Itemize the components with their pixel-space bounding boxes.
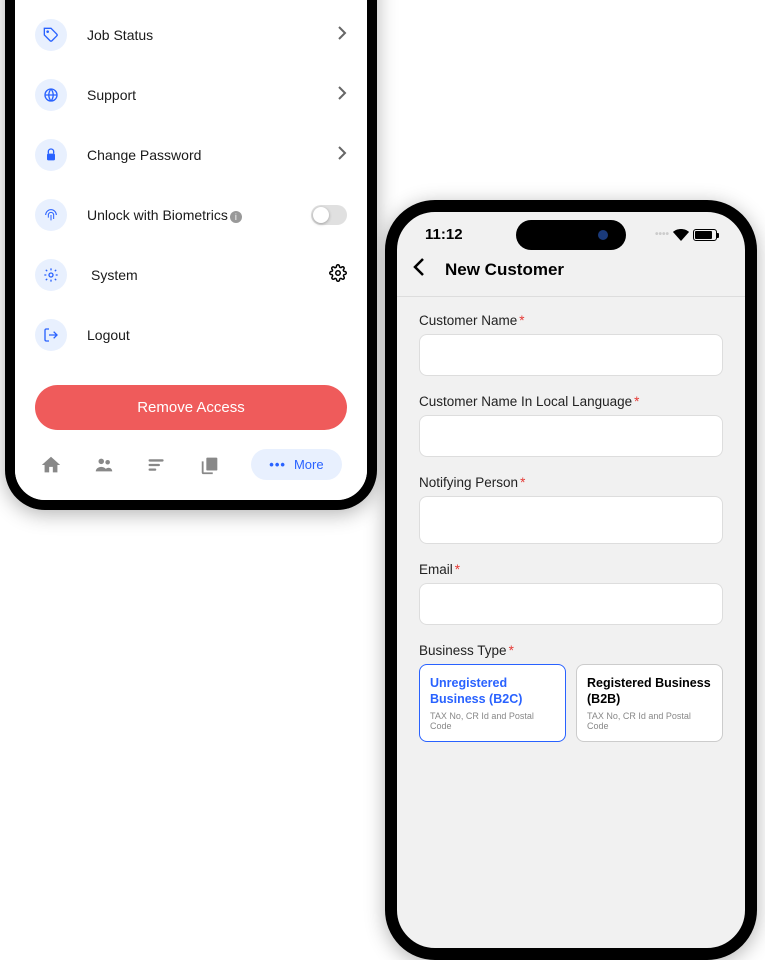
menu-label: Unlock with Biometricsi (87, 207, 311, 223)
business-type-b2b[interactable]: Registered Business (B2B) TAX No, CR Id … (576, 664, 723, 742)
email-label: Email* (419, 562, 723, 577)
bottom-nav: ••• More (15, 435, 367, 500)
signal-icon: •••• (655, 229, 669, 240)
remove-access-button[interactable]: Remove Access (35, 385, 347, 430)
chevron-right-icon (337, 146, 347, 165)
logout-icon (35, 319, 67, 351)
menu-label: Support (87, 87, 337, 103)
nav-copy[interactable] (199, 454, 221, 476)
menu-label: Job Status (87, 27, 337, 43)
settings-icon (35, 259, 67, 291)
status-time: 11:12 (425, 226, 463, 243)
menu-support[interactable]: Support (35, 65, 347, 125)
back-button[interactable] (413, 257, 425, 282)
menu-label: Logout (87, 327, 347, 343)
email-input[interactable] (419, 583, 723, 625)
fingerprint-icon (35, 199, 67, 231)
notifying-person-label: Notifying Person* (419, 475, 723, 490)
notch (516, 220, 626, 250)
customer-name-local-label: Customer Name In Local Language* (419, 394, 723, 409)
globe-icon (35, 79, 67, 111)
business-type-b2c[interactable]: Unregistered Business (B2C) TAX No, CR I… (419, 664, 566, 742)
info-icon[interactable]: i (230, 211, 242, 223)
gear-icon (329, 264, 347, 287)
page-title: New Customer (445, 260, 564, 280)
lock-icon (35, 139, 67, 171)
menu-label: Change Password (87, 147, 337, 163)
menu-change-password[interactable]: Change Password (35, 125, 347, 185)
header: New Customer (397, 247, 745, 297)
battery-icon (693, 229, 717, 241)
new-customer-screen: 11:12 •••• New Customer Customer Name* C… (385, 200, 757, 960)
biometrics-toggle[interactable] (311, 205, 347, 225)
customer-name-input[interactable] (419, 334, 723, 376)
nav-list[interactable] (146, 454, 168, 476)
tag-icon (35, 19, 67, 51)
nav-more[interactable]: ••• More (251, 449, 341, 480)
wifi-icon (673, 229, 689, 241)
customer-form: Customer Name* Customer Name In Local La… (397, 297, 745, 776)
settings-screen: Job Status Support Change Password (5, 0, 377, 510)
menu-biometrics: Unlock with Biometricsi (35, 185, 347, 245)
menu-label: System (87, 267, 329, 283)
business-type-label: Business Type* (419, 643, 723, 658)
nav-people[interactable] (93, 454, 115, 476)
customer-name-label: Customer Name* (419, 313, 723, 328)
chevron-right-icon (337, 86, 347, 105)
menu-system[interactable]: System (35, 245, 347, 305)
notifying-person-input[interactable] (419, 496, 723, 544)
menu-logout[interactable]: Logout (35, 305, 347, 365)
nav-home[interactable] (40, 454, 62, 476)
menu-job-status[interactable]: Job Status (35, 5, 347, 65)
customer-name-local-input[interactable] (419, 415, 723, 457)
dots-icon: ••• (269, 457, 286, 472)
chevron-right-icon (337, 26, 347, 45)
